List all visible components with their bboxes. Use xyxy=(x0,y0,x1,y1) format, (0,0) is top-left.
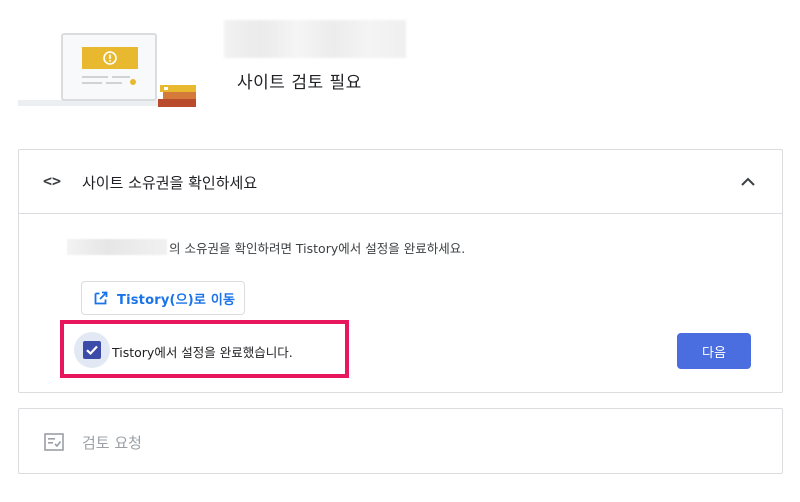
site-name-redacted xyxy=(224,20,406,58)
ownership-card: <> 사이트 소유권을 확인하세요 의 소유권을 확인하려면 Tistory에서… xyxy=(18,149,783,393)
review-request-title: 검토 요청 xyxy=(82,434,142,452)
page-title: 사이트 검토 필요 xyxy=(237,73,362,93)
instruction-text: 의 소유권을 확인하려면 Tistory에서 설정을 완료하세요. xyxy=(169,240,466,256)
domain-redacted xyxy=(67,239,167,255)
ownership-card-title: 사이트 소유권을 확인하세요 xyxy=(82,174,258,192)
code-icon: <> xyxy=(43,172,62,190)
open-in-new-icon xyxy=(94,291,108,305)
highlight-box xyxy=(60,320,349,378)
open-tistory-button-label: Tistory(으)로 이동 xyxy=(117,292,236,308)
open-tistory-button[interactable]: Tistory(으)로 이동 xyxy=(81,281,245,315)
review-list-icon xyxy=(44,433,64,451)
site-review-illustration xyxy=(18,30,198,110)
next-button[interactable]: 다음 xyxy=(677,333,751,369)
ownership-card-header[interactable]: <> 사이트 소유권을 확인하세요 xyxy=(19,150,782,214)
chevron-up-icon[interactable] xyxy=(738,172,758,192)
review-request-card[interactable]: 검토 요청 xyxy=(18,408,783,474)
instruction-row: 의 소유권을 확인하려면 Tistory에서 설정을 완료하세요. xyxy=(67,238,465,256)
